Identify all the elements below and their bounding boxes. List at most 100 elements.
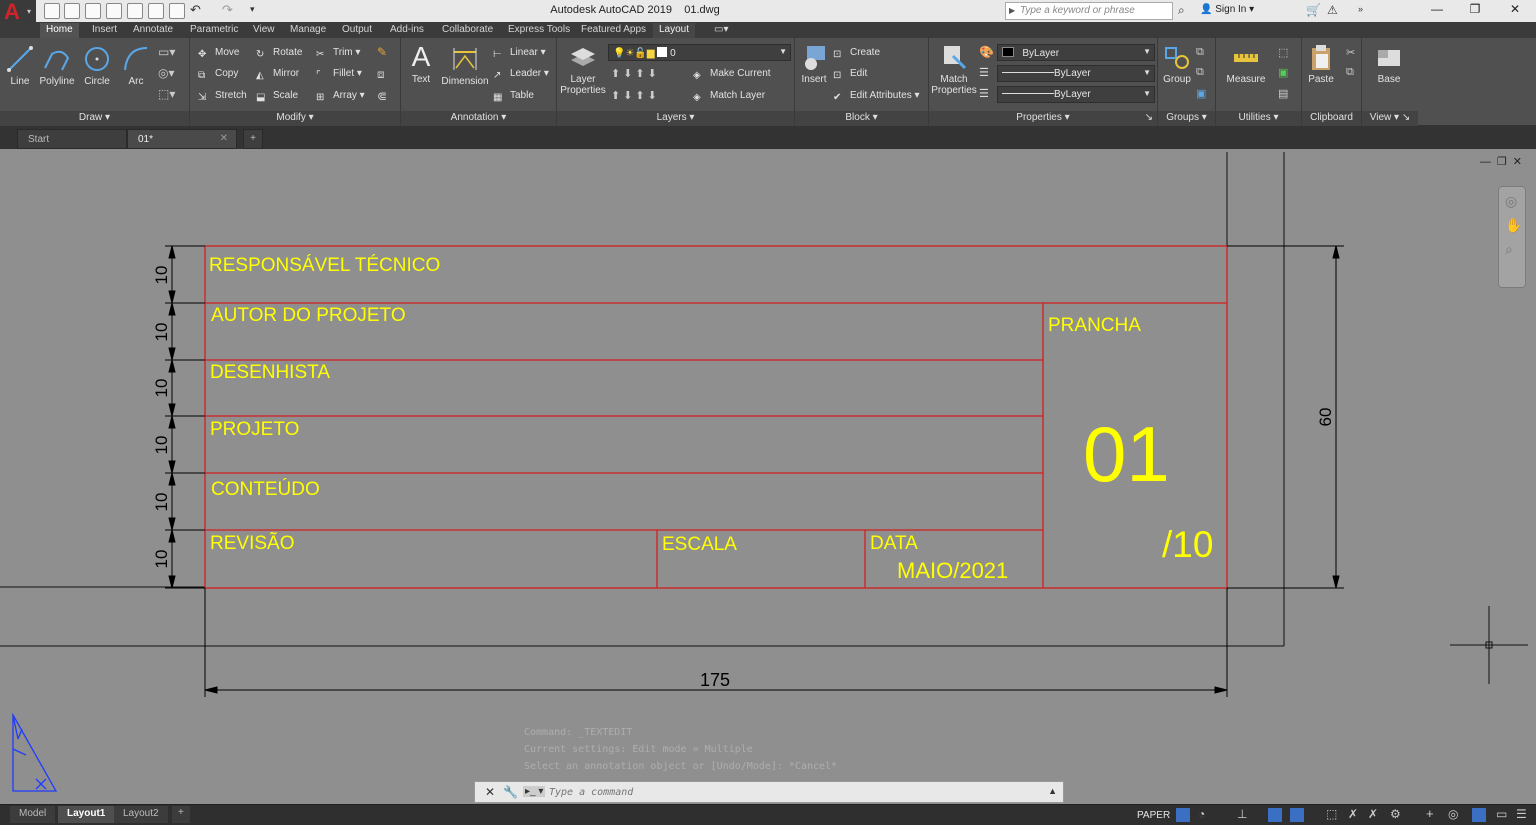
steering-wheel-icon[interactable]: ◎ bbox=[1505, 193, 1517, 210]
tab-annotate[interactable]: Annotate bbox=[127, 23, 179, 38]
navigation-bar[interactable]: ◎ ✋ ⌕ bbox=[1498, 186, 1526, 288]
explode-icon[interactable]: ⧈ bbox=[377, 67, 385, 82]
close-viewport-icon[interactable]: ✕ bbox=[1513, 156, 1528, 168]
match-properties-button[interactable]: Match Properties bbox=[929, 42, 979, 96]
utilities-panel-title[interactable]: Utilities ▾ bbox=[1216, 111, 1301, 126]
move-button[interactable]: ✥ Move bbox=[198, 47, 239, 62]
hardware-acceleration-icon[interactable] bbox=[1472, 808, 1486, 822]
hatch-icon[interactable]: ◎▾ bbox=[158, 66, 175, 80]
lineweight-dropdown[interactable]: ByLayer ▼ bbox=[997, 86, 1155, 103]
workspace-gear-icon[interactable]: ⚙ bbox=[1390, 807, 1404, 821]
tab-home[interactable]: Home bbox=[40, 23, 79, 38]
snap-icon[interactable]: ◔ bbox=[1198, 807, 1212, 821]
paste-button[interactable]: Paste bbox=[1304, 42, 1338, 85]
drawing-canvas[interactable]: 10 10 10 10 10 10 60 175 RESPONSÁVEL TÉC… bbox=[0, 149, 1536, 804]
sign-in-button[interactable]: 👤 Sign In ▾ bbox=[1200, 4, 1254, 15]
layer-tools-row1-icons[interactable]: ⬆⬇⬆⬇ bbox=[611, 67, 660, 80]
mirror-button[interactable]: ◭ Mirror bbox=[256, 68, 299, 83]
fillet-button[interactable]: ⌜ Fillet ▾ bbox=[316, 68, 362, 83]
tab-layout[interactable]: Layout bbox=[653, 23, 696, 38]
tab-manage[interactable]: Manage bbox=[284, 23, 332, 38]
tab-output[interactable]: Output bbox=[336, 23, 378, 38]
layer-tools-row2-icons[interactable]: ⬆⬇⬆⬇ bbox=[611, 89, 660, 102]
linear-button[interactable]: ⊢ Linear ▾ bbox=[493, 47, 546, 62]
quick-select-icon[interactable]: ⬚ bbox=[1278, 46, 1288, 59]
layer-dropdown[interactable]: 💡☀🔓▆ 0 ▼ bbox=[608, 44, 791, 61]
arc-button[interactable]: Arc bbox=[120, 44, 152, 87]
ungroup-icon[interactable]: ⧉ bbox=[1196, 46, 1204, 59]
base-view-button[interactable]: Base bbox=[1372, 42, 1406, 85]
ortho-icon[interactable]: ⊥ bbox=[1237, 807, 1251, 821]
tab-parametric[interactable]: Parametric bbox=[184, 23, 244, 38]
new-tab-button[interactable]: + bbox=[243, 129, 263, 149]
leader-button[interactable]: ↗ Leader ▾ bbox=[493, 68, 549, 83]
lineweight-icon[interactable]: ☰ bbox=[979, 87, 989, 100]
auto-scale-icon[interactable]: ✗ bbox=[1368, 807, 1382, 821]
polyline-button[interactable]: Polyline bbox=[38, 44, 76, 87]
restore-viewport-icon[interactable]: ❐ bbox=[1497, 156, 1513, 168]
tab-start[interactable]: Start bbox=[17, 129, 127, 149]
binoculars-search-icon[interactable]: ⌕ bbox=[1178, 3, 1185, 18]
tab-collaborate[interactable]: Collaborate bbox=[436, 23, 499, 38]
stretch-button[interactable]: ⇲ Stretch bbox=[198, 90, 247, 105]
linetype-icon[interactable]: ☰ bbox=[979, 66, 989, 79]
match-layer-button[interactable]: ◈ Match Layer bbox=[693, 90, 765, 105]
close-tab-icon[interactable]: ✕ bbox=[220, 133, 228, 144]
paper-space-toggle[interactable]: PAPER bbox=[1137, 810, 1170, 821]
properties-panel-title[interactable]: Properties ▾ ↘ bbox=[929, 111, 1157, 126]
color-wheel-icon[interactable]: 🎨 bbox=[979, 45, 994, 59]
line-button[interactable]: Line bbox=[4, 44, 36, 87]
command-input[interactable] bbox=[549, 785, 1029, 800]
block-panel-title[interactable]: Block ▾ bbox=[795, 111, 928, 126]
group-select-icon[interactable]: ▣ bbox=[1196, 87, 1206, 100]
command-history-toggle-icon[interactable]: ▲ bbox=[1048, 786, 1057, 796]
edit-block-button[interactable]: ⊡ Edit bbox=[833, 68, 867, 83]
color-dropdown[interactable]: ByLayer ▼ bbox=[997, 44, 1155, 61]
select-all-icon[interactable]: ▣ bbox=[1278, 66, 1288, 79]
customize-command-icon[interactable]: 🔧 bbox=[503, 785, 518, 799]
array-button[interactable]: ⊞ Array ▾ bbox=[316, 90, 365, 105]
grid-icon[interactable] bbox=[1176, 808, 1190, 822]
calculator-icon[interactable]: ▤ bbox=[1278, 87, 1288, 100]
rotate-button[interactable]: ↻ Rotate bbox=[256, 47, 302, 62]
create-block-button[interactable]: ⊡ Create bbox=[833, 47, 880, 62]
restore-button[interactable]: ❐ bbox=[1460, 2, 1490, 20]
erase-icon[interactable]: ✎ bbox=[377, 45, 387, 59]
minimize-viewport-icon[interactable]: — bbox=[1480, 156, 1497, 168]
view-panel-title[interactable]: View ▾ ↘ bbox=[1362, 111, 1418, 126]
isolate-objects-icon[interactable]: ◎ bbox=[1448, 807, 1462, 821]
autodesk-app-store-icon[interactable]: ⚠ bbox=[1327, 3, 1338, 17]
tab-featured-apps[interactable]: Featured Apps bbox=[575, 23, 652, 38]
trim-button[interactable]: ✂ Trim ▾ bbox=[316, 47, 360, 62]
make-current-button[interactable]: ◈ Make Current bbox=[693, 68, 771, 83]
help-search-input[interactable]: ▶ Type a keyword or phrase bbox=[1005, 2, 1173, 20]
draw-panel-title[interactable]: Draw ▾ bbox=[0, 111, 189, 126]
circle-button[interactable]: Circle bbox=[80, 44, 114, 87]
cut-icon[interactable]: ✂ bbox=[1346, 46, 1355, 59]
minimize-button[interactable]: — bbox=[1422, 2, 1452, 20]
copy-button[interactable]: ⧉ Copy bbox=[198, 68, 238, 83]
scale-button[interactable]: ⬓ Scale bbox=[256, 90, 298, 105]
annotation-visibility-icon[interactable]: ✗ bbox=[1348, 807, 1362, 821]
group-edit-icon[interactable]: ⧉ bbox=[1196, 66, 1204, 79]
copy-clip-icon[interactable]: ⧉ bbox=[1346, 66, 1354, 79]
text-button[interactable]: A Text bbox=[405, 42, 437, 86]
offset-icon[interactable]: ⋐ bbox=[377, 89, 387, 103]
customization-menu-icon[interactable]: ☰ bbox=[1516, 807, 1530, 821]
layers-panel-title[interactable]: Layers ▾ bbox=[557, 111, 794, 126]
tab-view[interactable]: View bbox=[247, 23, 281, 38]
new-layout-button[interactable]: + bbox=[172, 806, 190, 823]
close-command-line-icon[interactable]: ✕ bbox=[485, 785, 495, 799]
more-icon[interactable]: » bbox=[1358, 4, 1363, 14]
modify-panel-title[interactable]: Modify ▾ bbox=[190, 111, 400, 126]
tab-express-tools[interactable]: Express Tools bbox=[502, 23, 576, 38]
layout1-tab[interactable]: Layout1 bbox=[58, 806, 115, 823]
tab-document[interactable]: 01* ✕ bbox=[127, 129, 237, 149]
tab-add-ins[interactable]: Add-ins bbox=[384, 23, 430, 38]
annotation-monitor-icon[interactable]: + bbox=[1426, 806, 1440, 821]
rectangle-icon[interactable]: ▭▾ bbox=[158, 45, 175, 59]
object-snap-icon[interactable] bbox=[1290, 808, 1304, 822]
measure-button[interactable]: Measure bbox=[1222, 42, 1270, 85]
cart-icon[interactable]: 🛒 bbox=[1306, 3, 1321, 17]
model-tab[interactable]: Model bbox=[10, 806, 56, 823]
